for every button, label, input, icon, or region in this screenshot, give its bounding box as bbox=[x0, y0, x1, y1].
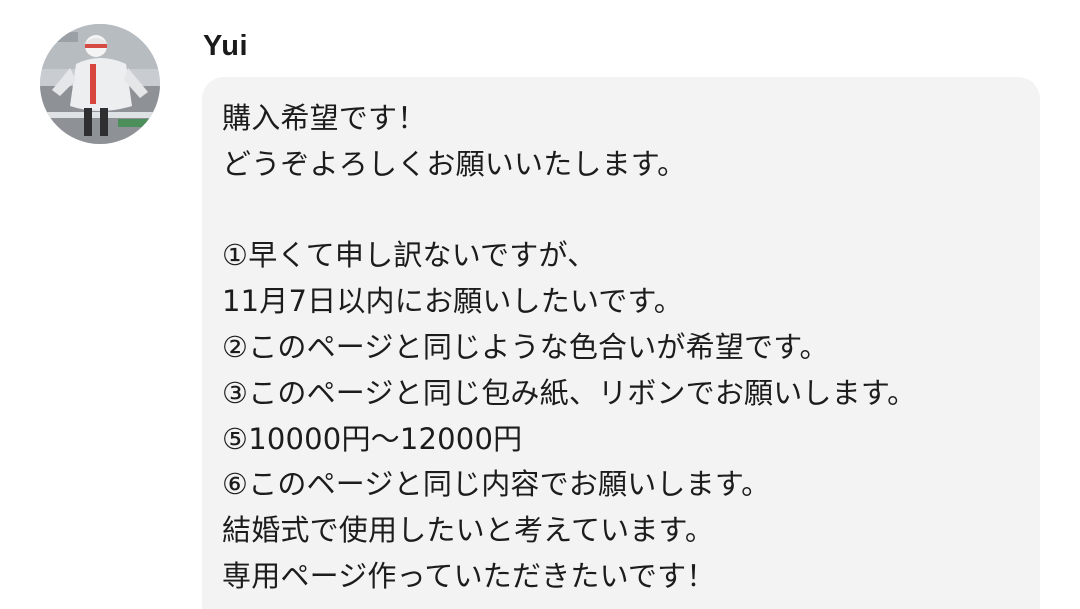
avatar-photo bbox=[40, 24, 160, 144]
message-text: 購入希望です！ どうぞよろしくお願いいたします。 ①早くて申し訳ないですが、 1… bbox=[222, 96, 1022, 600]
message-line: どうぞよろしくお願いいたします。 bbox=[222, 146, 687, 181]
message-line: ①早くて申し訳ないですが、 bbox=[222, 238, 597, 273]
avatar[interactable] bbox=[40, 24, 160, 144]
message-line: 専用ページ作っていただきたいです！ bbox=[222, 558, 716, 593]
message-line: 11月7日以内にお願いしたいです。 bbox=[222, 284, 683, 319]
chat-screen: Yui 購入希望です！ どうぞよろしくお願いいたします。 ①早くて申し訳ないです… bbox=[0, 0, 1080, 609]
message-line: ⑤10000円〜12000円 bbox=[222, 421, 523, 456]
message-line: ②このページと同じような色合いが希望です。 bbox=[222, 329, 829, 364]
sender-name[interactable]: Yui bbox=[203, 26, 248, 66]
message-line: 結婚式で使用したいと考えています。 bbox=[222, 513, 715, 548]
message-line: 購入希望です！ bbox=[222, 101, 427, 135]
message-line: ⑥このページと同じ内容でお願いします。 bbox=[222, 467, 771, 502]
message-line: ③このページと同じ包み紙、リボンでお願いします。 bbox=[222, 375, 917, 410]
